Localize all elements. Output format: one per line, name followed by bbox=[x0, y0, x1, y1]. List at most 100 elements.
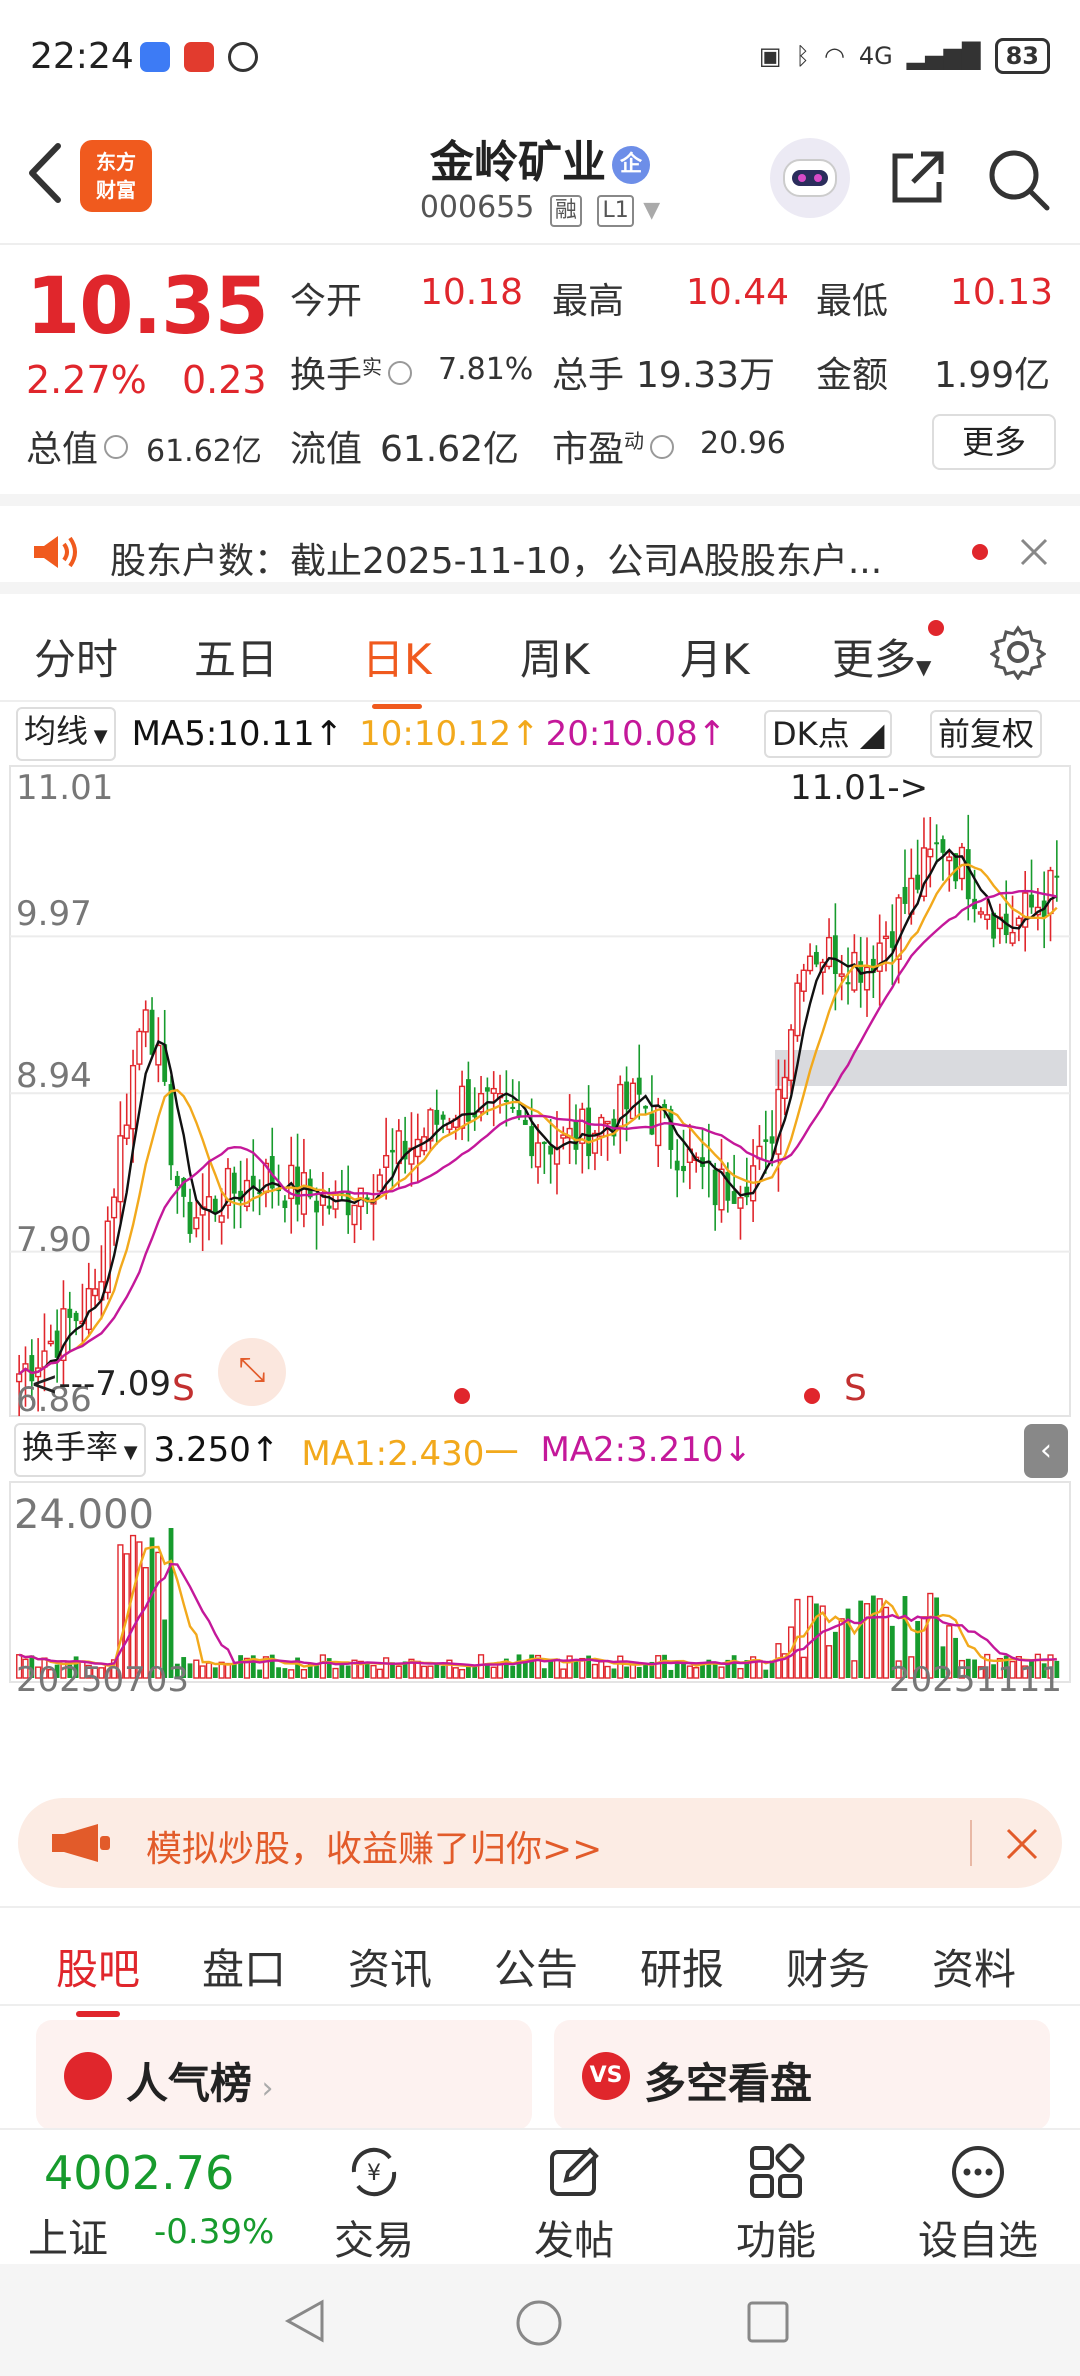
close-icon[interactable] bbox=[1018, 536, 1050, 568]
turnover-chart[interactable]: 24.000 20250703 20251111 bbox=[0, 1480, 1080, 1715]
candle-body-down bbox=[624, 1081, 629, 1110]
vol-bar-up bbox=[421, 1665, 428, 1679]
candle-body-up bbox=[91, 1288, 99, 1297]
candle-body-up bbox=[205, 1196, 213, 1211]
info-icon[interactable] bbox=[388, 361, 413, 385]
status-bar: 22:24 ▣ ᛒ ◠ 4G ▂▄▆█ 83 bbox=[0, 0, 1080, 110]
candle-body-down bbox=[522, 1119, 528, 1125]
index-name[interactable]: 上证 bbox=[28, 2206, 108, 2264]
vol-bar-down bbox=[763, 1669, 769, 1678]
tab-weekly-k[interactable]: 周K bbox=[520, 626, 590, 687]
dropdown-icon: ▼ bbox=[118, 1442, 138, 1463]
simulated-trading-banner[interactable]: 模拟炒股，收益赚了归你>> bbox=[18, 1798, 1062, 1888]
fullscreen-icon[interactable]: ⤡ bbox=[218, 1338, 286, 1406]
tab-news[interactable]: 资讯 bbox=[348, 1936, 432, 1997]
info-icon[interactable] bbox=[650, 435, 675, 459]
candle-body-down bbox=[484, 1087, 490, 1092]
candle-body-up bbox=[787, 1029, 795, 1082]
candle-body-down bbox=[149, 1009, 155, 1055]
collapse-panel-button[interactable]: ‹ bbox=[1024, 1424, 1068, 1478]
candle-body-up bbox=[129, 1064, 137, 1130]
recents-square-icon[interactable] bbox=[746, 2300, 790, 2344]
candle-body-down bbox=[965, 849, 971, 900]
candle-body-down bbox=[314, 1200, 319, 1213]
candle-body-down bbox=[643, 1105, 648, 1109]
candle-body-up bbox=[838, 973, 845, 977]
period-tabs: 分时 五日 日K 周K 月K 更多▼ bbox=[0, 606, 1080, 709]
index-value[interactable]: 4002.76 bbox=[44, 2146, 234, 2200]
tab-monthly-k[interactable]: 月K bbox=[680, 626, 750, 687]
stock-code-text: 000655 bbox=[419, 190, 535, 225]
candle-body-up bbox=[977, 911, 985, 915]
info-icon[interactable] bbox=[104, 435, 129, 459]
close-icon[interactable] bbox=[1004, 1826, 1040, 1862]
tab-financials[interactable]: 财务 bbox=[786, 1936, 870, 1997]
stock-title-text: 金岭矿业 bbox=[430, 137, 606, 188]
tab-announcements[interactable]: 公告 bbox=[494, 1936, 578, 1997]
unread-dot bbox=[972, 544, 988, 560]
change-percent: 2.27% bbox=[26, 358, 147, 402]
vol-bar-up bbox=[737, 1667, 744, 1679]
search-icon[interactable] bbox=[985, 146, 1051, 212]
vol-bar-up bbox=[838, 1618, 845, 1679]
tab-profile[interactable]: 资料 bbox=[932, 1936, 1016, 1997]
candle-body-down bbox=[940, 839, 946, 853]
chart-badge-icon bbox=[64, 2052, 112, 2100]
vol-bar-down bbox=[643, 1664, 648, 1678]
nav-trade[interactable]: ¥ 交易 bbox=[274, 2142, 474, 2266]
adjust-select[interactable]: 前复权 bbox=[930, 710, 1043, 758]
candle-body-up bbox=[958, 846, 966, 880]
popularity-card[interactable]: 人气榜 › bbox=[36, 2020, 532, 2130]
vol-bar-down bbox=[510, 1665, 516, 1678]
tab-more[interactable]: 更多▼ bbox=[832, 626, 931, 687]
pe-label: 市盈动 bbox=[552, 420, 680, 472]
tab-five-day[interactable]: 五日 bbox=[194, 626, 278, 687]
tab-order-book[interactable]: 盘口 bbox=[202, 1936, 286, 1997]
nav-add-watchlist[interactable]: 设自选 bbox=[878, 2142, 1078, 2266]
candle-body-down bbox=[813, 951, 819, 965]
vol-bar-up bbox=[553, 1658, 561, 1679]
nav-trade-label: 交易 bbox=[334, 2218, 414, 2264]
candle-body-down bbox=[845, 982, 851, 985]
y-label-4: 7.90 bbox=[16, 1220, 92, 1260]
nav-functions[interactable]: 功能 bbox=[676, 2142, 876, 2266]
volume-label: 总手 bbox=[552, 355, 625, 396]
tab-intraday[interactable]: 分时 bbox=[34, 626, 118, 687]
ai-assistant-icon[interactable] bbox=[770, 138, 850, 218]
more-button[interactable]: 更多 bbox=[932, 414, 1056, 470]
sub-indicator-select[interactable]: 换手率 ▼ bbox=[14, 1423, 146, 1477]
candle-body-up bbox=[806, 955, 814, 972]
vol-bar-up bbox=[205, 1662, 213, 1679]
kline-chart-svg[interactable] bbox=[0, 764, 1080, 1420]
back-triangle-icon[interactable] bbox=[282, 2298, 328, 2344]
share-icon[interactable] bbox=[885, 146, 949, 210]
stock-header: 东方 财富 金岭矿业企 000655 融 L1 ▼ bbox=[0, 110, 1080, 245]
app-notification-icon bbox=[228, 42, 258, 72]
dk-point-select[interactable]: DK点 ◢ bbox=[764, 710, 893, 758]
candle-body-down bbox=[832, 935, 838, 975]
notice-bar[interactable]: 股东户数：截止2025-11-10，公司A股股东户... bbox=[0, 494, 1080, 594]
nav-post[interactable]: 发帖 bbox=[474, 2142, 674, 2266]
home-circle-icon[interactable] bbox=[514, 2298, 564, 2348]
nav-functions-label: 功能 bbox=[736, 2218, 816, 2264]
tab-daily-k[interactable]: 日K bbox=[362, 626, 432, 709]
apps-grid-icon bbox=[750, 2143, 805, 2198]
candle-body-down bbox=[434, 1109, 440, 1125]
vol-bar-up bbox=[604, 1665, 611, 1679]
ma2-value: MA2:3.210↓ bbox=[540, 1430, 752, 1470]
high-label: 最高 bbox=[552, 281, 625, 322]
settings-gear-icon[interactable] bbox=[990, 624, 1046, 680]
ma5-value: MA5:10.11↑ bbox=[131, 714, 344, 754]
candle-body-up bbox=[1047, 869, 1054, 915]
turnover-sup: 实 bbox=[362, 355, 383, 379]
kline-chart[interactable]: 11.01 9.97 8.94 7.90 6.86 11.01-> <---7.… bbox=[0, 764, 1080, 1420]
indicator-select[interactable]: 均线 ▼ bbox=[16, 707, 116, 761]
chevron-right-icon: › bbox=[252, 2071, 274, 2106]
popularity-title: 人气榜 › bbox=[126, 2050, 274, 2111]
tab-forum[interactable]: 股吧 bbox=[56, 1936, 140, 2017]
vol-bar-up bbox=[395, 1665, 402, 1679]
candle-body-up bbox=[534, 1142, 542, 1168]
long-short-card[interactable]: VS 多空看盘 bbox=[554, 2020, 1050, 2130]
tab-research[interactable]: 研报 bbox=[640, 1936, 724, 1997]
candle-body-down bbox=[1029, 894, 1034, 908]
